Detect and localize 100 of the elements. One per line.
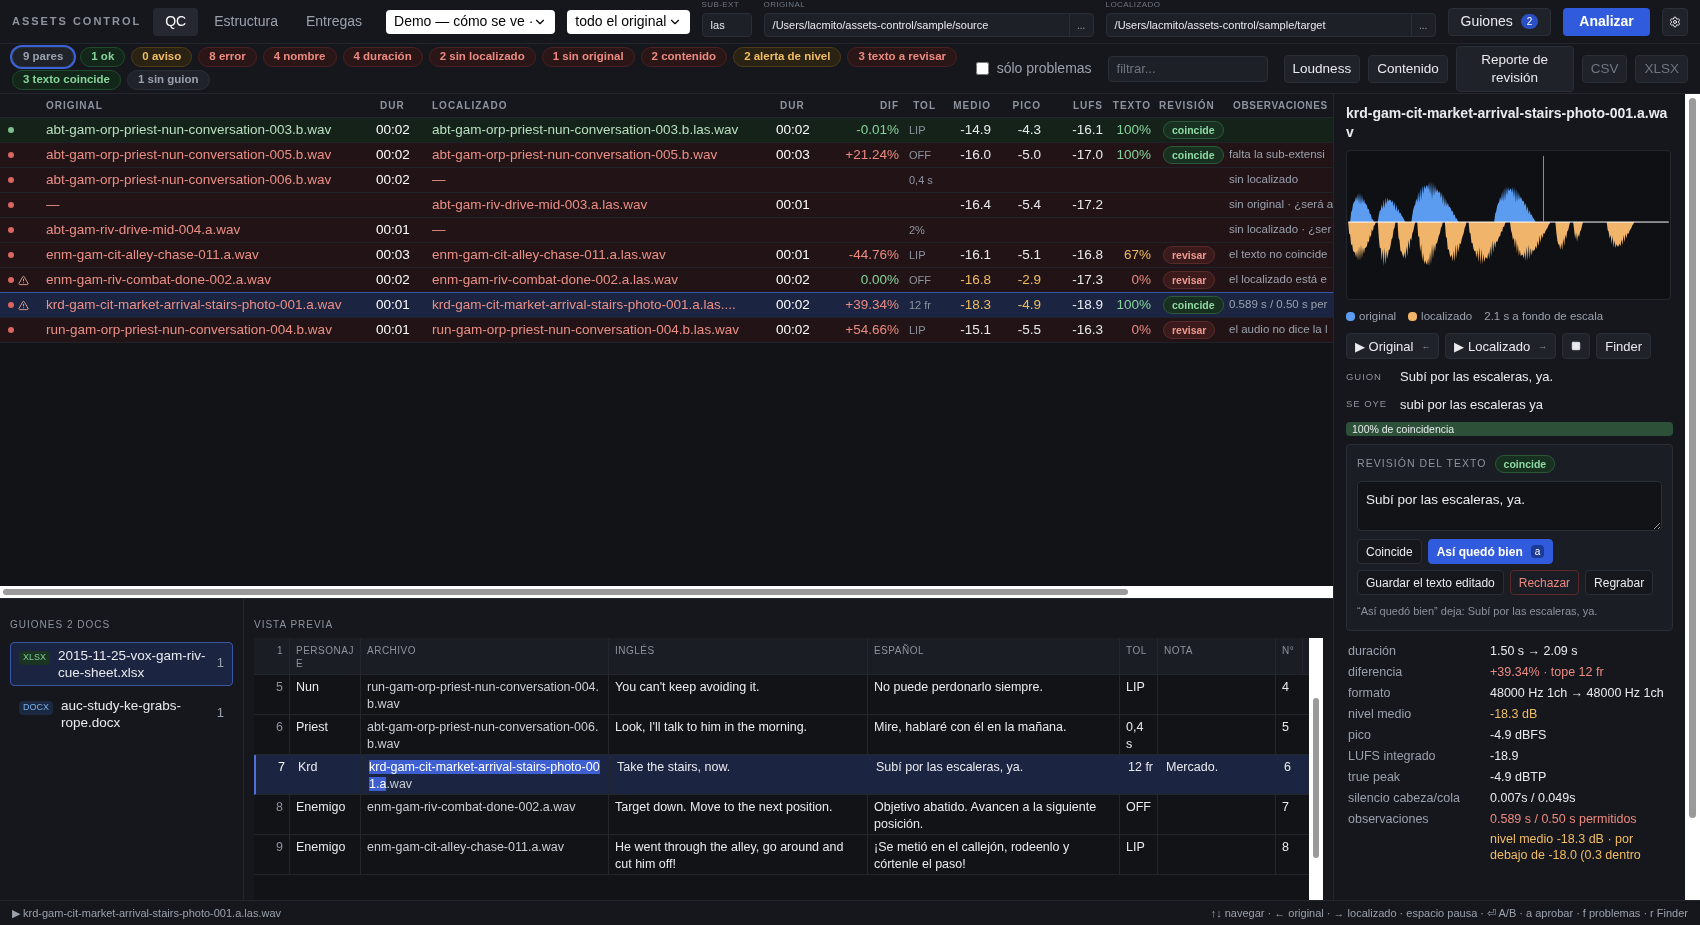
table-cell: You can't keep avoiding it. <box>609 675 868 714</box>
shortcut-hints: ↑↓ navegar · ← original · → localizado · espacio pausa · ⏎ A/B · a aprobar · f problemas · r Finder <box>1210 905 1688 921</box>
toolbar-button[interactable]: Loudness <box>1283 54 1361 83</box>
play-button[interactable]: ▶ Localizado → <box>1445 333 1557 360</box>
finder-button[interactable]: Finder <box>1596 333 1652 360</box>
stat-value: -18.9 <box>1490 747 1520 764</box>
script-doc-item[interactable]: DOCX auc-study-ke-grabs-rope.docx 1 <box>10 692 233 736</box>
table-row[interactable]: krd-gam-cit-market-arrival-stairs-photo-001.a.wav 00:01 krd-gam-cit-market-arrival-stairs-photo-001.a.las.... 00:02 +39.34% 12 fr -18.3 -4.9 -18.9 100% coincide 0.589 s / 0.50 s per <box>0 293 1333 318</box>
filter-chip[interactable]: 4 nombre <box>262 47 337 67</box>
filter-chip[interactable]: 2 contenido <box>640 47 728 67</box>
table-cell-text: 00:02 <box>376 120 411 139</box>
table-cell-text: el audio no dice la l <box>1229 322 1329 338</box>
table-row[interactable]: — abt-gam-riv-drive-mid-003.a.las.wav 00:01 -16.4 -5.4 -17.2 sin original · ¿será a <box>0 193 1333 218</box>
table-cell-text: -17.3 <box>1071 270 1104 289</box>
table-row[interactable]: run-gam-orp-priest-nun-conversation-004.b.wav 00:01 run-gam-orp-priest-nun-conversation-004.b.las.wav 00:02 +54.66% LIP -15.1 -5.5 -16.3 0% revisar el audio no dice la l <box>0 318 1333 343</box>
line-number: 8 <box>254 795 290 834</box>
toolbar-button[interactable]: Contenido <box>1368 54 1448 83</box>
table-cell: Priest <box>290 715 361 754</box>
table-cell-text: 00:02 <box>776 270 811 289</box>
review-badge: revisar <box>1163 320 1216 339</box>
table-cell-text: -0.01% <box>855 120 900 139</box>
filter-chip[interactable]: 1 sin guion <box>126 70 210 90</box>
table-cell: Nun <box>290 675 361 714</box>
review-button[interactable]: Coincide <box>1357 539 1422 565</box>
table-cell-text: — <box>431 170 447 189</box>
stat-label: observaciones <box>1348 810 1430 828</box>
table-cell-text: 100% <box>1115 145 1152 164</box>
table-cell-text: -44.76% <box>847 245 900 264</box>
preview-row[interactable]: 9 Enemigo enm-gam-cit-alley-chase-011.a.wav He went through the alley, go around and cut him off! ¡Se metió en el callejón, rodeenlo y córtenle el paso! LIP 8 <box>254 835 1310 875</box>
table-cell-text: -16.1 <box>959 245 992 264</box>
toolbar-button[interactable]: Reporte de revisión <box>1455 45 1574 92</box>
table-row[interactable]: abt-gam-orp-priest-nun-conversation-005.b.wav 00:02 abt-gam-orp-priest-nun-conversation-005.b.wav 00:03 +21.24% OFF -16.0 -5.0 -17.0 100% coincide falta la sub-extensi <box>0 143 1333 168</box>
scope-select[interactable]: todo el original <box>567 9 690 34</box>
horizontal-scrollbar[interactable] <box>0 586 1333 598</box>
filter-chip[interactable]: 9 pares <box>12 47 75 67</box>
filter-chip[interactable]: 0 aviso <box>131 47 193 67</box>
review-button[interactable]: Así quedó bien a <box>1427 539 1554 565</box>
table-cell: Mire, hablaré con él en la mañana. <box>868 715 1120 754</box>
stat-value: 1.50 s → 2.09 s <box>1490 642 1579 659</box>
table-row[interactable]: abt-gam-orp-priest-nun-conversation-003.b.wav 00:02 abt-gam-orp-priest-nun-conversation-003.b.las.wav 00:02 -0.01% LIP -14.9 -4.3 -16.1 100% coincide <box>0 118 1333 143</box>
project-select[interactable]: Demo — cómo se ve · <box>386 9 556 34</box>
table-cell-text: -16.0 <box>959 145 992 164</box>
filter-chip[interactable]: 1 ok <box>80 47 126 67</box>
review-text-field[interactable]: Subí por las escaleras, ya. <box>1357 481 1662 532</box>
nav-tab[interactable]: Entregas <box>294 7 375 36</box>
table-cell-text: -5.1 <box>1016 245 1042 264</box>
table-cell-text: 100% <box>1115 120 1152 139</box>
table-cell: Look, I'll talk to him in the morning. <box>609 715 868 754</box>
filter-field[interactable]: filtrar... <box>1107 55 1268 82</box>
nav-tab[interactable]: QC <box>153 7 199 36</box>
table-cell-text: -5.0 <box>1016 145 1042 164</box>
filter-chip[interactable]: 2 alerta de nivel <box>733 47 842 67</box>
review-badge: revisar <box>1163 245 1216 264</box>
analyze-button[interactable]: Analizar <box>1563 7 1650 36</box>
table-cell-text: el texto no coincide <box>1229 247 1329 263</box>
table-cell-text: 2% <box>908 222 926 238</box>
filter-chip[interactable]: 2 sin localizado <box>428 47 536 67</box>
review-button[interactable]: Regrabar <box>1585 570 1654 596</box>
field-label: ORIGINAL <box>763 0 806 9</box>
table-cell: Target down. Move to the next position. <box>609 795 868 834</box>
table-row[interactable]: enm-gam-cit-alley-chase-011.a.wav 00:03 enm-gam-cit-alley-chase-011.a.las.wav 00:01 -44.76% LIP -16.1 -5.1 -16.8 67% revisar el texto no coincide <box>0 243 1333 268</box>
doc-count: 1 <box>216 654 224 672</box>
subext-field[interactable]: las <box>701 13 752 37</box>
table-row[interactable]: enm-gam-riv-combat-done-002.a.wav 00:02 enm-gam-riv-combat-done-002.a.las.wav 00:02 0.00% OFF -16.8 -2.9 -17.3 0% revisar el localizado está e <box>0 268 1333 293</box>
filter-chip[interactable]: 8 error <box>198 47 257 67</box>
table-cell-text: -5.5 <box>1016 320 1042 339</box>
line-number: 6 <box>254 715 290 754</box>
filter-chip[interactable]: 1 sin original <box>541 47 635 67</box>
nav-tab[interactable]: Estructura <box>202 7 290 36</box>
stop-button[interactable] <box>1562 333 1591 360</box>
table-cell: LIP <box>1120 675 1158 714</box>
settings-button[interactable] <box>1661 7 1688 36</box>
legend-label: localizado <box>1421 309 1473 324</box>
preview-row[interactable]: 5 Nun run-gam-orp-priest-nun-conversation-004.b.wav You can't keep avoiding it. No puede perdonarlo siempre. LIP 4 <box>254 675 1310 715</box>
play-button[interactable]: ▶ Original ← <box>1346 333 1440 360</box>
review-badge: coincide <box>1163 120 1224 139</box>
column-header: REVISIÓN <box>1158 98 1216 113</box>
vertical-scrollbar[interactable] <box>1685 94 1700 900</box>
preview-row[interactable]: 8 Enemigo enm-gam-riv-combat-done-002.a.wav Target down. Move to the next position. Objetivo abatido. Avancen a la siguiente posición. OFF 7 <box>254 795 1310 835</box>
table-cell-text: 00:03 <box>376 245 411 264</box>
table-cell: LIP <box>1120 835 1158 874</box>
table-cell-text: 100% <box>1115 295 1152 314</box>
current-file: ▶ krd-gam-cit-market-arrival-stairs-photo-001.a.las.wav <box>12 905 281 921</box>
problems-checkbox[interactable] <box>975 62 989 75</box>
table-row[interactable]: abt-gam-orp-priest-nun-conversation-006.b.wav 00:02 — 0,4 s sin localizado <box>0 168 1333 193</box>
vertical-scrollbar[interactable] <box>1309 638 1323 900</box>
table-cell-text: -16.4 <box>959 195 992 214</box>
table-cell-text: abt-gam-orp-priest-nun-conversation-003.b.las.wav <box>431 120 740 139</box>
column-header: TOL <box>912 99 937 113</box>
filter-chip[interactable]: 3 texto coincide <box>12 70 121 90</box>
table-cell-text: el localizado está e <box>1229 272 1328 288</box>
key-hint: a <box>1530 545 1545 559</box>
review-button[interactable]: Guardar el texto editado <box>1357 570 1504 596</box>
table-cell-text: -15.1 <box>959 320 992 339</box>
table-cell-text: -16.1 <box>1071 120 1104 139</box>
filter-chip[interactable]: 3 texto a revisar <box>847 47 957 67</box>
filter-chip[interactable]: 4 duración <box>342 47 423 67</box>
scripts-button[interactable]: Guiones 2 <box>1447 7 1552 36</box>
review-button[interactable]: Rechazar <box>1509 570 1580 596</box>
table-row[interactable]: abt-gam-riv-drive-mid-004.a.wav 00:01 — 2% sin localizado · ¿ser <box>0 218 1333 243</box>
